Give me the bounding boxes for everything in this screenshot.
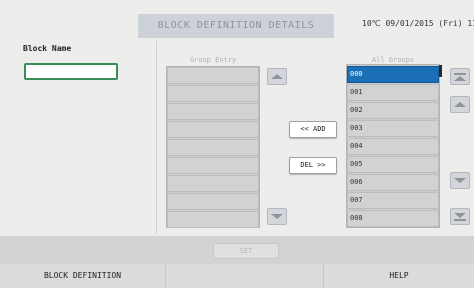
all-groups-list[interactable]: 000 001 002 003 004 005 006 007 008 (346, 64, 440, 228)
footer-bar: BLOCK DEFINITION HELP (0, 264, 474, 288)
double-down-icon (454, 212, 466, 221)
group-entry-row[interactable] (167, 67, 259, 84)
all-groups-row[interactable]: 002 (347, 102, 439, 119)
footer-middle-button[interactable] (166, 264, 324, 288)
double-up-icon (454, 72, 466, 81)
group-entry-row[interactable] (167, 157, 259, 174)
group-entry-row[interactable] (167, 211, 259, 228)
group-entry-row[interactable] (167, 193, 259, 210)
page-title: BLOCK DEFINITION DETAILS (138, 14, 334, 38)
del-button[interactable]: DEL >> (289, 157, 337, 174)
add-button[interactable]: << ADD (289, 121, 337, 138)
group-entry-row[interactable] (167, 175, 259, 192)
datetime-readout: 09/01/2015 (Fri) 11:5 (385, 19, 474, 28)
divider (156, 41, 157, 234)
footer-block-definition-button[interactable]: BLOCK DEFINITION (0, 264, 166, 288)
footer-help-button[interactable]: HELP (324, 264, 474, 288)
set-button[interactable]: SET (213, 243, 279, 259)
all-groups-scroll-up-button[interactable] (450, 96, 470, 113)
triangle-up-icon (271, 74, 283, 79)
group-entry-row[interactable] (167, 139, 259, 156)
all-groups-page-down-button[interactable] (450, 208, 470, 225)
all-groups-row[interactable]: 005 (347, 156, 439, 173)
temperature-readout: 10℃ (362, 19, 381, 28)
triangle-down-icon (454, 178, 466, 183)
all-groups-row[interactable]: 007 (347, 192, 439, 209)
all-groups-row[interactable]: 006 (347, 174, 439, 191)
triangle-up-icon (454, 102, 466, 107)
group-entry-row[interactable] (167, 103, 259, 120)
block-name-input[interactable] (24, 63, 118, 80)
all-groups-page-up-button[interactable] (450, 68, 470, 85)
all-groups-row-selected[interactable]: 000 (347, 66, 439, 83)
all-groups-scroll-down-button[interactable] (450, 172, 470, 189)
group-entry-scroll-down-button[interactable] (267, 208, 287, 225)
group-entry-row[interactable] (167, 85, 259, 102)
triangle-down-icon (271, 214, 283, 219)
list-scroll-indicator (439, 65, 442, 77)
group-entry-list[interactable] (166, 66, 260, 228)
all-groups-row[interactable]: 003 (347, 120, 439, 137)
all-groups-row[interactable]: 008 (347, 210, 439, 227)
group-entry-header: Group Entry (189, 56, 237, 64)
block-name-label: Block Name (23, 44, 72, 53)
group-entry-row[interactable] (167, 121, 259, 138)
status-datetime: 10℃ 09/01/2015 (Fri) 11:5 (362, 19, 474, 28)
group-entry-scroll-up-button[interactable] (267, 68, 287, 85)
all-groups-row[interactable]: 004 (347, 138, 439, 155)
all-groups-row[interactable]: 001 (347, 84, 439, 101)
